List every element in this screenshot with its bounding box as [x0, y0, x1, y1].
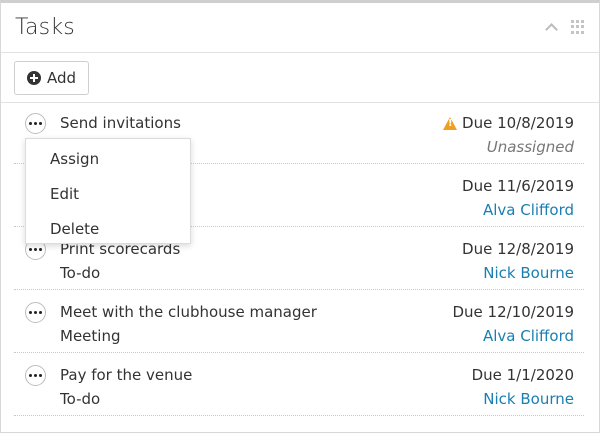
panel-header: Tasks: [1, 3, 599, 53]
toolbar: Add: [1, 53, 599, 103]
more-dot: [29, 311, 32, 314]
task-row: Meet with the clubhouse manager Meeting …: [14, 290, 584, 353]
task-assignee[interactable]: Alva Clifford: [483, 201, 574, 219]
add-button-label: Add: [46, 69, 77, 87]
more-dot: [39, 311, 42, 314]
task-assignee[interactable]: Alva Clifford: [483, 327, 574, 345]
task-more-button[interactable]: [25, 365, 46, 386]
more-dot: [34, 311, 37, 314]
task-due-date: Due 11/6/2019: [462, 177, 574, 195]
task-due-text: Due 10/8/2019: [462, 114, 574, 132]
task-row: Pay for the venue To-do Due 1/1/2020 Nic…: [14, 353, 584, 416]
panel-title: Tasks: [15, 15, 75, 40]
more-dot: [29, 248, 32, 251]
more-dot: [34, 248, 37, 251]
task-assignee[interactable]: Nick Bourne: [483, 264, 574, 282]
task-more-button[interactable]: [25, 113, 46, 134]
task-more-button[interactable]: [25, 302, 46, 323]
task-due-date: Due 1/1/2020: [472, 366, 574, 384]
task-due-date: Due 12/10/2019: [452, 303, 574, 321]
task-due-text: Due 11/6/2019: [462, 177, 574, 195]
task-due-text: Due 12/8/2019: [462, 240, 574, 258]
menu-item-assign[interactable]: Assign: [26, 142, 190, 177]
more-dot: [34, 374, 37, 377]
task-due-text: Due 1/1/2020: [471, 366, 574, 384]
add-task-button[interactable]: Add: [14, 61, 89, 95]
task-due-date: Due 12/8/2019: [462, 240, 574, 258]
more-dot: [39, 374, 42, 377]
task-due-text: Due 12/10/2019: [452, 303, 574, 321]
task-title[interactable]: Send invitations: [60, 114, 181, 132]
more-dot: [39, 248, 42, 251]
more-dot: [39, 122, 42, 125]
task-assignee[interactable]: Nick Bourne: [483, 390, 574, 408]
task-title[interactable]: Pay for the venue: [60, 366, 192, 384]
more-dot: [29, 374, 32, 377]
task-type: Meeting: [60, 327, 121, 345]
task-due-date: Due 10/8/2019: [443, 114, 574, 132]
task-type: To-do: [60, 390, 101, 408]
menu-item-delete[interactable]: Delete: [26, 212, 190, 247]
plus-circle-icon: [26, 71, 41, 85]
more-dot: [29, 122, 32, 125]
task-assignee: Unassigned: [486, 138, 574, 156]
warning-icon: [443, 116, 458, 130]
task-context-menu: Assign Edit Delete: [25, 138, 191, 244]
task-type: To-do: [60, 264, 101, 282]
more-dot: [34, 122, 37, 125]
chevron-up-icon[interactable]: [545, 21, 557, 33]
header-icons: [545, 20, 585, 34]
menu-item-edit[interactable]: Edit: [26, 177, 190, 212]
grid-icon[interactable]: [571, 20, 585, 34]
task-title[interactable]: Meet with the clubhouse manager: [60, 303, 317, 321]
